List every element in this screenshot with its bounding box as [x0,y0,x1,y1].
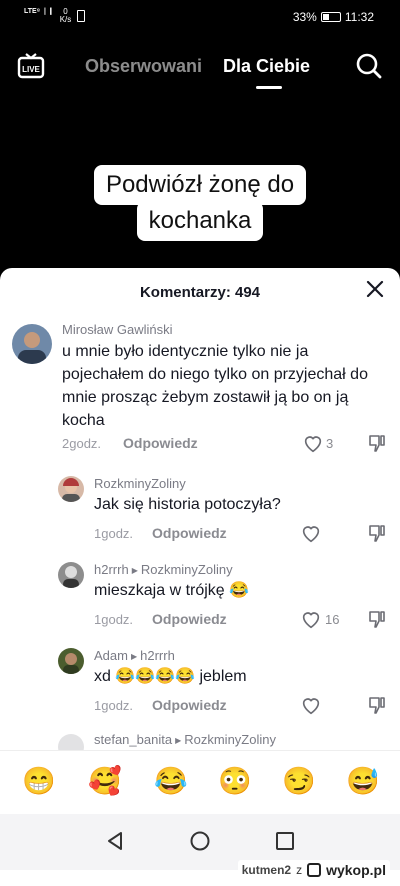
comment-text: xd 😂😂😂😂 jeblem [94,668,247,685]
emoji-sweat-smile[interactable]: 😅 [346,765,380,797]
tab-following[interactable]: Obserwowani [85,56,202,77]
avatar[interactable] [58,476,84,502]
reply-button[interactable]: Odpowiedz [152,525,227,541]
emoji-flushed[interactable]: 😳 [218,765,252,797]
active-tab-indicator [256,86,282,89]
battery-icon [320,12,341,22]
reply-arrow-icon: ▶ [131,566,138,575]
reply-arrow-icon: ▶ [130,652,138,661]
comment-username: h2rrrh ▶ RozkminyZoliny [94,562,233,577]
comment-item: Mirosław Gawliński u mnie było identyczn… [0,320,400,460]
top-nav: LIVE Obserwowani Dla Ciebie [0,44,400,94]
close-icon[interactable] [366,280,384,298]
wykop-logo-icon [307,863,322,877]
reply-author[interactable]: stefan_banita [94,732,172,747]
emoji-smiling-hearts[interactable]: 🥰 [88,765,122,797]
comment-username: stefan_banita ▶ RozkminyZoliny [94,732,276,747]
comments-count-title: Komentarzy: 494 [139,284,261,301]
like-count: 16 [325,612,340,627]
comment-text: u mnie było identycznie tylko nie ja poj… [62,343,368,429]
reply-arrow-icon: ▶ [175,736,182,745]
heart-icon[interactable] [300,694,322,716]
reply-button[interactable]: Odpowiedz [123,435,198,451]
reply-item: stefan_banita ▶ RozkminyZoliny [0,730,400,760]
live-icon[interactable]: LIVE [17,52,45,80]
recents-icon[interactable] [274,830,296,852]
watermark-site: wykop.pl [326,862,386,878]
search-icon[interactable] [355,52,383,80]
watermark-user: kutmen2 [241,863,292,877]
comment-text: mieszkaja w trójkę 😂 [94,582,250,599]
reply-author[interactable]: h2rrrh [94,562,129,577]
dislike-icon[interactable] [367,695,387,715]
sim-icon [77,10,86,22]
comment-time: 2godz. [62,436,102,451]
reply-item: h2rrrh ▶ RozkminyZoliny mieszkaja w trójkę… [0,560,400,640]
comment-username[interactable]: RozkminyZoliny [94,476,186,491]
emoji-smirk[interactable]: 😏 [282,765,316,797]
reply-target[interactable]: RozkminyZoliny [184,732,276,747]
comment-username[interactable]: Mirosław Gawliński [62,322,173,337]
status-right: 33% 11:32 [293,10,374,24]
dislike-icon[interactable] [367,609,387,629]
reply-item: RozkminyZoliny Jak się historia potoczył… [0,474,400,554]
heart-icon[interactable] [300,608,322,630]
comments-sheet: Komentarzy: 494 Mirosław Gawliński u mni… [0,268,400,886]
avatar[interactable] [58,648,84,674]
heart-icon[interactable] [302,432,324,454]
watermark-separator: z [296,863,303,877]
reply-target[interactable]: RozkminyZoliny [141,562,233,577]
emoji-bar: 😁 🥰 😂 😳 😏 😅 [0,750,400,814]
avatar[interactable] [58,562,84,588]
heart-icon[interactable] [300,522,322,544]
reply-button[interactable]: Odpowiedz [152,611,227,627]
comments-header: Komentarzy: 494 [0,268,400,316]
clock: 11:32 [344,10,374,24]
dislike-icon[interactable] [367,433,387,453]
reply-target[interactable]: h2rrrh [140,648,175,663]
comment-time: 1godz. [94,612,134,627]
comment-time: 1godz. [94,526,134,541]
battery-percent: 33% [292,10,317,24]
live-icon-label: LIVE [22,65,40,74]
video-caption: Podwiózł żonę do kochanka [0,165,400,241]
caption-line-1: Podwiózł żonę do [93,165,307,205]
comment-text: Jak się historia potoczyła? [94,496,281,513]
emoji-grin[interactable]: 😁 [22,765,56,797]
watermark: kutmen2 z wykop.pl [237,860,390,880]
dislike-icon[interactable] [367,523,387,543]
home-icon[interactable] [189,830,211,852]
reply-button[interactable]: Odpowiedz [152,697,227,713]
emoji-tears-of-joy[interactable]: 😂 [154,765,188,797]
status-bar: LTE⁸ ❘❙ 0 K/s 33% 11:32 [0,0,400,34]
comment-time: 1godz. [94,698,134,713]
status-left: LTE⁸ ❘❙ 0 K/s [24,8,86,24]
tab-for-you[interactable]: Dla Ciebie [223,56,310,77]
caption-line-2: kochanka [136,201,264,241]
reply-author[interactable]: Adam [94,648,128,663]
reply-item: Adam ▶ h2rrrh xd 😂😂😂😂 jeblem 1godz. Odpowi… [0,646,400,726]
network-speed-unit: K/s [59,15,72,24]
comment-username: Adam ▶ h2rrrh [94,648,175,663]
signal-indicator: LTE⁸ ❘❙ [24,8,54,15]
like-count: 3 [326,436,334,451]
battery-fill [322,14,329,20]
back-icon[interactable] [104,830,126,852]
network-speed: 0 K/s [60,8,72,24]
avatar[interactable] [12,324,52,364]
